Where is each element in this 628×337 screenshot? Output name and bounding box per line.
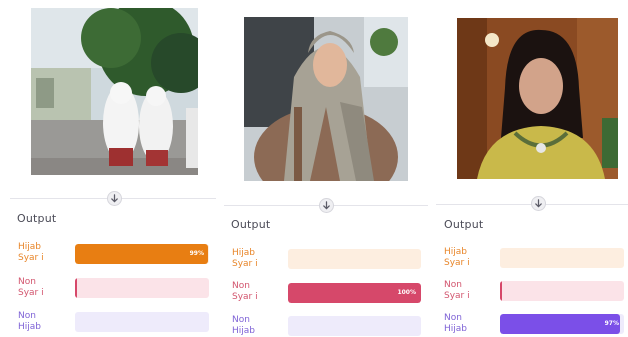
score-bar-nonsyari (75, 278, 209, 298)
class-label-hijab: Hijab Syar i (18, 242, 44, 263)
score-bar-fill (500, 314, 621, 334)
result-panel-2: Output Hijab Syar i Non Syar i 100% Non Hij… (216, 0, 428, 337)
output-title: Output (17, 212, 57, 225)
class-label-nonsyari: Non Syar i (444, 280, 470, 301)
score-percent-label: 100% (397, 289, 416, 296)
input-image-1 (31, 8, 198, 175)
score-bar-hijab (288, 249, 421, 269)
score-bar-nonhijab: 97% (500, 314, 624, 334)
result-panel-3: Output Hijab Syar i Non Syar i Non Hijab 97… (428, 0, 628, 337)
input-image-2 (244, 17, 408, 181)
score-bar-nonhijab (288, 316, 421, 336)
output-title: Output (444, 218, 484, 231)
class-label-nonsyari: Non Syar i (232, 281, 258, 302)
arrow-down-icon[interactable] (319, 198, 334, 213)
arrow-down-icon[interactable] (107, 191, 122, 206)
class-label-nonhijab: Non Hijab (232, 315, 255, 336)
score-bar-fill (75, 278, 77, 298)
result-panel-1: Output Hijab Syar i 99% Non Syar i Non Hija… (0, 0, 216, 337)
class-label-nonhijab: Non Hijab (18, 311, 41, 332)
output-title: Output (231, 218, 271, 231)
class-label-hijab: Hijab Syar i (232, 248, 258, 269)
class-label-hijab: Hijab Syar i (444, 247, 470, 268)
input-image-3 (457, 18, 618, 179)
arrow-down-icon[interactable] (531, 196, 546, 211)
class-label-nonsyari: Non Syar i (18, 277, 44, 298)
score-bar-fill (500, 281, 503, 301)
score-bar-hijab (500, 248, 624, 268)
score-bar-nonhijab (75, 312, 209, 332)
score-percent-label: 97% (604, 320, 619, 327)
score-bar-hijab: 99% (75, 244, 209, 264)
score-bar-nonsyari: 100% (288, 283, 421, 303)
score-percent-label: 99% (189, 250, 204, 257)
score-bar-fill (75, 244, 208, 264)
class-label-nonhijab: Non Hijab (444, 313, 467, 334)
score-bar-nonsyari (500, 281, 624, 301)
